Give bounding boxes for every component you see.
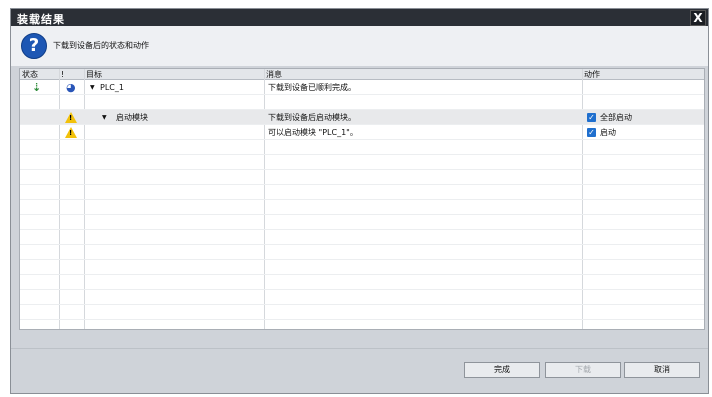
results-table: 状态 ! 目标 消息 动作 ⇣ ◕ ▼ PLC_1 下载到设备已顺利完成。 ! … (19, 68, 705, 330)
column-header-alert[interactable]: ! (59, 69, 84, 80)
table-row[interactable] (20, 245, 704, 260)
dialog-subtitle: 下载到设备后的状态和动作 (53, 41, 149, 50)
message-text: 下载到设备已顺利完成。 (268, 83, 356, 92)
table-row[interactable] (20, 275, 704, 290)
table-row[interactable]: ⇣ ◕ ▼ PLC_1 下载到设备已顺利完成。 (20, 80, 704, 95)
close-button[interactable]: X (690, 10, 706, 26)
action-label: 启动 (600, 128, 616, 137)
table-row[interactable] (20, 290, 704, 305)
target-label: PLC_1 (100, 83, 124, 92)
warning-icon: ! (65, 112, 77, 123)
table-row[interactable] (20, 155, 704, 170)
target-label: 启动模块 (116, 113, 148, 122)
column-header-action[interactable]: 动作 (582, 69, 704, 80)
table-row[interactable] (20, 185, 704, 200)
start-checkbox[interactable]: ✓ (587, 128, 596, 137)
dialog-title: 装载结果 (17, 13, 65, 26)
question-icon: ? (21, 33, 47, 59)
table-row[interactable] (20, 305, 704, 320)
finish-button[interactable]: 完成 (464, 362, 540, 378)
table-row[interactable] (20, 215, 704, 230)
table-row[interactable] (20, 200, 704, 215)
load-results-dialog: 装载结果 X ? 下载到设备后的状态和动作 状态 ! 目标 消息 动作 ⇣ ◕ … (10, 8, 709, 394)
warning-icon: ! (65, 127, 77, 138)
column-header-target[interactable]: 目标 (84, 69, 264, 80)
check-status-icon: ◕ (66, 81, 76, 94)
column-header-status[interactable]: 状态 (20, 69, 59, 80)
table-row[interactable] (20, 260, 704, 275)
message-text: 可以启动模块 "PLC_1"。 (268, 128, 358, 137)
table-row[interactable] (20, 230, 704, 245)
dialog-header: ? 下载到设备后的状态和动作 (11, 26, 708, 66)
dialog-footer: 完成 下载 取消 (11, 348, 708, 393)
cancel-button[interactable]: 取消 (624, 362, 700, 378)
download-status-icon: ⇣ (32, 81, 42, 94)
table-row[interactable]: ! 可以启动模块 "PLC_1"。 ✓ 启动 (20, 125, 704, 140)
load-button[interactable]: 下载 (545, 362, 621, 378)
start-all-checkbox[interactable]: ✓ (587, 113, 596, 122)
collapse-icon[interactable]: ▼ (102, 110, 107, 125)
column-header-message[interactable]: 消息 (264, 69, 582, 80)
table-row[interactable] (20, 140, 704, 155)
table-row[interactable]: ! ▼ 启动模块 下载到设备后启动模块。 ✓ 全部启动 (20, 110, 704, 125)
message-text: 下载到设备后启动模块。 (268, 113, 356, 122)
table-row[interactable] (20, 170, 704, 185)
title-bar: 装载结果 X (11, 9, 708, 26)
table-row[interactable] (20, 95, 704, 110)
action-label: 全部启动 (600, 113, 632, 122)
collapse-icon[interactable]: ▼ (90, 80, 95, 95)
